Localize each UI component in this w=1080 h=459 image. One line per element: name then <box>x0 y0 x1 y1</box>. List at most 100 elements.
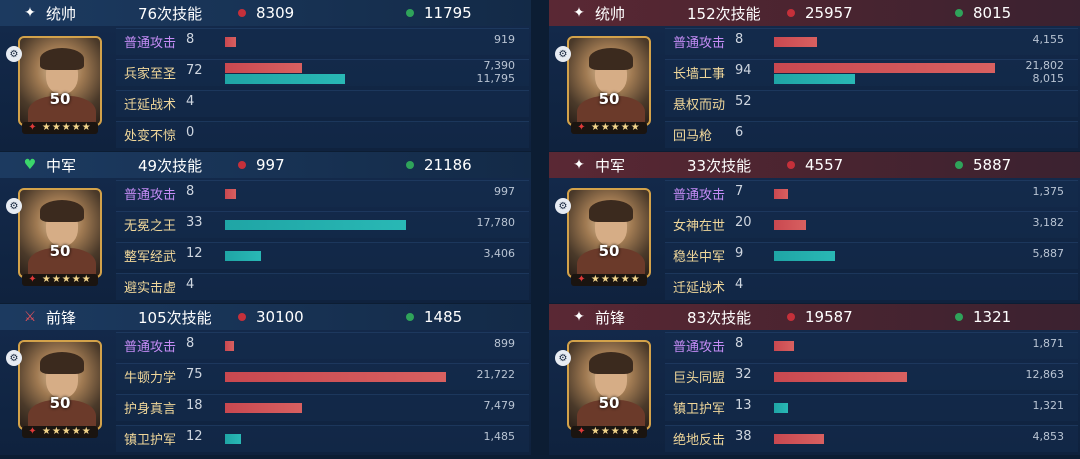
skill-row[interactable]: 普通攻击 7 1,375 <box>657 178 1080 209</box>
damage-total: 25957 <box>787 4 955 22</box>
role-label: 中军 <box>46 156 77 175</box>
skill-cast-count: 72 <box>186 63 203 78</box>
general-avatar[interactable]: 50 ✦ ★★★★★ <box>567 188 651 286</box>
skill-row[interactable]: 迁延战术 4 <box>108 88 531 119</box>
skill-cast-count: 20 <box>735 215 752 230</box>
heal-total: 11795 <box>406 4 472 22</box>
section-body: 50 ✦ ★★★★★ ⚙ 普通攻击 8 4,155 长墙工事 94 21,802… <box>549 26 1080 151</box>
role-label: 统帅 <box>595 4 626 23</box>
skill-name: 镇卫护军 <box>673 402 726 417</box>
star-rating: ✦ ★★★★★ <box>571 122 647 134</box>
portrait-image <box>18 340 102 430</box>
damage-dot-icon <box>238 161 246 169</box>
general-avatar[interactable]: 50 ✦ ★★★★★ <box>18 36 102 134</box>
skill-bars <box>774 60 1000 85</box>
skill-row[interactable]: 稳坐中军 9 5,887 <box>657 240 1080 271</box>
role-label: 前锋 <box>595 308 626 327</box>
general-avatar[interactable]: 50 ✦ ★★★★★ <box>567 340 651 438</box>
skill-row[interactable]: 普通攻击 8 919 <box>108 26 531 57</box>
skill-cast-count: 4 <box>735 277 744 292</box>
damage-total: 8309 <box>238 4 406 22</box>
skill-bars <box>225 333 451 358</box>
sparkle-icon: ✦ <box>573 5 585 21</box>
skill-name: 避实击虚 <box>124 281 177 296</box>
general-avatar[interactable]: 50 ✦ ★★★★★ <box>18 340 102 438</box>
skill-cast-count: 38 <box>735 429 752 444</box>
skill-row[interactable]: 普通攻击 8 899 <box>108 330 531 361</box>
damage-amount: 7,479 <box>483 399 516 412</box>
skill-row[interactable]: 兵家至圣 72 7,390 11,795 <box>108 57 531 88</box>
skill-row[interactable]: 镇卫护军 12 1,485 <box>108 423 531 454</box>
skill-bars <box>774 274 1000 299</box>
skill-row[interactable]: 处变不惊 0 <box>108 119 531 150</box>
damage-value: 4557 <box>805 156 844 174</box>
green-shield-icon: ♥ <box>23 157 37 173</box>
general-avatar[interactable]: 50 ✦ ★★★★★ <box>18 188 102 286</box>
skill-row[interactable]: 牛顿力学 75 21,722 <box>108 361 531 392</box>
skill-bars <box>774 395 1000 420</box>
skill-name: 普通攻击 <box>124 36 177 51</box>
skill-cast-count: 8 <box>735 336 744 351</box>
damage-dot-icon <box>787 161 795 169</box>
damage-total: 19587 <box>787 308 955 326</box>
skill-cast-count: 18 <box>186 398 203 413</box>
heal-dot-icon <box>406 9 414 17</box>
heal-total: 21186 <box>406 156 472 174</box>
skill-cast-count: 94 <box>735 63 752 78</box>
skill-name: 处变不惊 <box>124 129 177 144</box>
skill-row[interactable]: 悬权而动 52 <box>657 88 1080 119</box>
skill-row[interactable]: 普通攻击 8 1,871 <box>657 330 1080 361</box>
damage-amount: 21,722 <box>476 368 516 381</box>
general-avatar[interactable]: 50 ✦ ★★★★★ <box>567 36 651 134</box>
skill-bars <box>774 181 1000 206</box>
skill-row[interactable]: 巨头同盟 32 12,863 <box>657 361 1080 392</box>
skill-row[interactable]: 绝地反击 38 4,853 <box>657 423 1080 454</box>
skill-cast-count: 4 <box>186 94 195 109</box>
damage-bar <box>225 63 302 73</box>
heal-dot-icon <box>955 9 963 17</box>
role-label: 前锋 <box>46 308 77 327</box>
level-badge: 50 <box>598 394 620 412</box>
skill-row[interactable]: 普通攻击 8 4,155 <box>657 26 1080 57</box>
skill-row[interactable]: 长墙工事 94 21,802 8,015 <box>657 57 1080 88</box>
damage-value: 25957 <box>805 4 853 22</box>
damage-bar <box>225 372 446 382</box>
general-section: ✦ 中军 33次技能 4557 5887 50 ✦ ★★★★★ ⚙ 普通攻击 7… <box>549 152 1080 303</box>
role-label: 中军 <box>595 156 626 175</box>
skill-row[interactable]: 整军经武 12 3,406 <box>108 240 531 271</box>
damage-bar <box>774 434 824 444</box>
skill-bars <box>225 122 451 147</box>
sparkle-icon: ✦ <box>24 5 36 21</box>
skill-bars <box>774 426 1000 451</box>
skill-row[interactable]: 无冕之王 33 17,780 <box>108 209 531 240</box>
damage-amount: 3,182 <box>1032 216 1065 229</box>
skill-row[interactable]: 回马枪 6 <box>657 119 1080 150</box>
skill-row[interactable]: 普通攻击 8 997 <box>108 178 531 209</box>
section-header: ✦ 前锋 83次技能 19587 1321 <box>549 304 1080 330</box>
sparkle-icon: ✦ <box>573 309 585 325</box>
level-badge: 50 <box>598 242 620 260</box>
skill-row[interactable]: 迁延战术 4 <box>657 271 1080 302</box>
star-rating: ✦ ★★★★★ <box>22 122 98 134</box>
section-body: 50 ✦ ★★★★★ ⚙ 普通攻击 8 1,871 巨头同盟 32 12,863… <box>549 330 1080 455</box>
damage-dot-icon <box>787 9 795 17</box>
heal-value: 11795 <box>424 4 472 22</box>
sparkle-icon: ✦ <box>573 157 585 173</box>
star-rating: ✦ ★★★★★ <box>571 426 647 438</box>
damage-dot-icon <box>238 9 246 17</box>
skill-row[interactable]: 女神在世 20 3,182 <box>657 209 1080 240</box>
portrait-image <box>567 188 651 278</box>
damage-value: 8309 <box>256 4 295 22</box>
skill-cast-count: 32 <box>735 367 752 382</box>
heal-value: 5887 <box>973 156 1012 174</box>
skill-cast-count: 8 <box>186 336 195 351</box>
level-badge: 50 <box>598 90 620 108</box>
heal-dot-icon <box>955 161 963 169</box>
skill-name: 长墙工事 <box>673 67 726 82</box>
skill-row[interactable]: 镇卫护军 13 1,321 <box>657 392 1080 423</box>
skill-row[interactable]: 避实击虚 4 <box>108 271 531 302</box>
skill-cast-count: 8 <box>735 32 744 47</box>
skill-name: 无冕之王 <box>124 219 177 234</box>
skill-name: 稳坐中军 <box>673 250 726 265</box>
skill-row[interactable]: 护身真言 18 7,479 <box>108 392 531 423</box>
